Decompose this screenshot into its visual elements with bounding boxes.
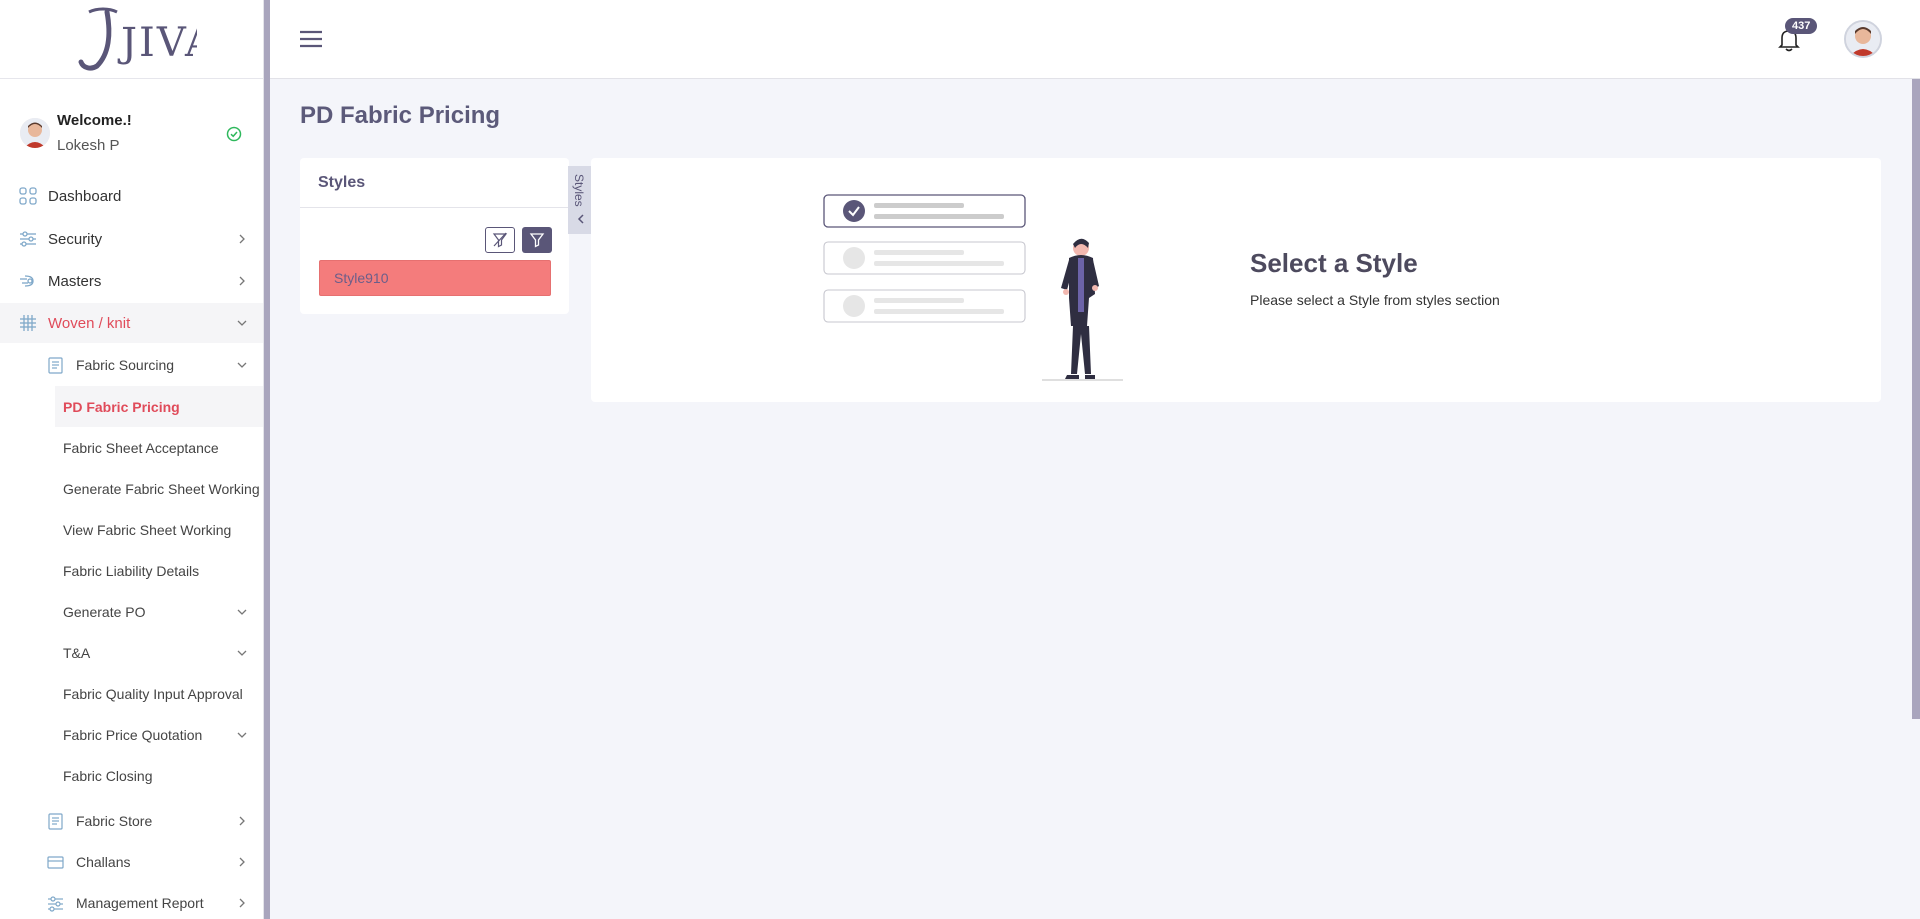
sidebar-item-fabric-sourcing[interactable]: Fabric Sourcing — [0, 345, 263, 385]
document-icon — [48, 356, 63, 374]
sidebar-item-label: View Fabric Sheet Working — [63, 521, 232, 538]
sidebar-item-label: Dashboard — [48, 187, 122, 205]
sidebar-scrollbar[interactable] — [264, 0, 270, 919]
chevron-down-icon — [237, 609, 247, 615]
sidebar-item-label: PD Fabric Pricing — [63, 398, 180, 415]
hash-icon — [20, 315, 36, 331]
document-icon — [48, 812, 63, 830]
sidebar-item-fabric-sheet-acceptance[interactable]: Fabric Sheet Acceptance — [55, 427, 263, 468]
sidebar-item-label: Fabric Sourcing — [76, 357, 175, 373]
page-title: PD Fabric Pricing — [300, 102, 501, 129]
sidebar-item-label: Generate Fabric Sheet Working — [63, 480, 260, 497]
chevron-down-icon — [237, 732, 247, 738]
chevron-right-icon — [239, 816, 245, 826]
empty-state-card: Select a Style Please select a Style fro… — [591, 158, 1881, 402]
welcome-text: Welcome.! — [57, 112, 132, 129]
styles-panel: Styles Style910 — [300, 158, 569, 314]
filter-icon — [529, 233, 545, 248]
top-bar: 437 — [270, 0, 1920, 79]
sidebar-item-label: Masters — [48, 272, 102, 290]
sidebar-item-label: Fabric Closing — [63, 767, 153, 784]
sidebar-item-label: Fabric Sheet Acceptance — [63, 439, 219, 456]
chevron-right-icon — [239, 276, 245, 286]
sidebar-item-label: Management Report — [76, 895, 204, 911]
chevron-right-icon — [239, 898, 245, 908]
sidebar-item-label: Fabric Price Quotation — [63, 726, 203, 743]
sidebar-item-label: Fabric Liability Details — [63, 562, 200, 579]
sidebar-item-fabric-liability-details[interactable]: Fabric Liability Details — [55, 550, 263, 591]
sliders-icon — [20, 231, 36, 247]
sidebar-item-fabric-quality-input-approval[interactable]: Fabric Quality Input Approval — [55, 673, 263, 714]
sidebar-item-management-report[interactable]: Management Report — [0, 883, 263, 919]
styles-toggle-label: Styles — [572, 174, 586, 207]
sidebar-item-label: Security — [48, 230, 103, 248]
select-style-illustration — [823, 194, 1123, 381]
sidebar-item-generate-fabric-sheet-working[interactable]: Generate Fabric Sheet Working — [55, 468, 263, 509]
chevron-down-icon — [237, 650, 247, 656]
sidebar-item-label: T&A — [63, 644, 91, 661]
sidebar-item-fabric-store[interactable]: Fabric Store — [0, 801, 263, 841]
empty-state-title: Select a Style — [1250, 248, 1418, 278]
jiva-logo: JIVA — [78, 7, 197, 71]
sidebar-item-dashboard[interactable]: Dashboard — [0, 176, 263, 216]
chevron-left-icon — [577, 214, 584, 224]
sliders-icon — [48, 895, 63, 912]
sidebar-item-view-fabric-sheet-working[interactable]: View Fabric Sheet Working — [55, 509, 263, 550]
svg-text:JIVA: JIVA — [117, 20, 197, 66]
sidebar-item-label: Generate PO — [63, 603, 146, 620]
sidebar-item-fabric-closing[interactable]: Fabric Closing — [55, 755, 263, 796]
sidebar: JIVA Welcome.! Lokesh P Dashboard — [0, 0, 264, 919]
chevron-down-icon — [237, 320, 247, 326]
sidebar-item-generate-po[interactable]: Generate PO — [55, 591, 263, 632]
profile-avatar[interactable] — [1844, 20, 1882, 58]
style-list-item[interactable]: Style910 — [319, 260, 551, 296]
filter-button[interactable] — [522, 227, 552, 253]
main-scrollbar[interactable] — [1912, 79, 1920, 719]
filter-off-icon — [492, 232, 508, 248]
sidebar-item-fabric-price-quotation[interactable]: Fabric Price Quotation — [55, 714, 263, 755]
grid-icon — [19, 187, 37, 205]
sidebar-item-label: Woven / knit — [48, 314, 131, 332]
card-icon — [47, 855, 64, 869]
user-name: Lokesh P — [57, 137, 120, 154]
sidebar-item-label: Fabric Quality Input Approval — [63, 685, 243, 702]
sidebar-item-label: Challans — [76, 854, 131, 870]
sidebar-item-woven-knit[interactable]: Woven / knit — [0, 303, 263, 343]
sidebar-item-t-and-a[interactable]: T&A — [55, 632, 263, 673]
user-avatar[interactable] — [20, 118, 50, 148]
sidebar-item-pd-fabric-pricing[interactable]: PD Fabric Pricing — [55, 386, 263, 427]
notification-badge: 437 — [1785, 18, 1818, 34]
speed-icon — [20, 275, 34, 287]
logo[interactable]: JIVA — [0, 0, 263, 79]
chevron-right-icon — [239, 857, 245, 867]
empty-state-subtitle: Please select a Style from styles sectio… — [1250, 292, 1500, 308]
hamburger-menu-icon[interactable] — [300, 30, 322, 48]
styles-panel-header: Styles — [300, 158, 569, 208]
chevron-right-icon — [239, 234, 245, 244]
sidebar-item-label: Fabric Store — [76, 813, 153, 829]
chevron-down-icon — [237, 362, 247, 368]
sidebar-item-challans[interactable]: Challans — [0, 842, 263, 882]
sidebar-item-masters[interactable]: Masters — [0, 261, 263, 301]
sidebar-item-security[interactable]: Security — [0, 219, 263, 259]
clear-filter-button[interactable] — [485, 227, 515, 253]
online-check-icon — [226, 126, 242, 142]
